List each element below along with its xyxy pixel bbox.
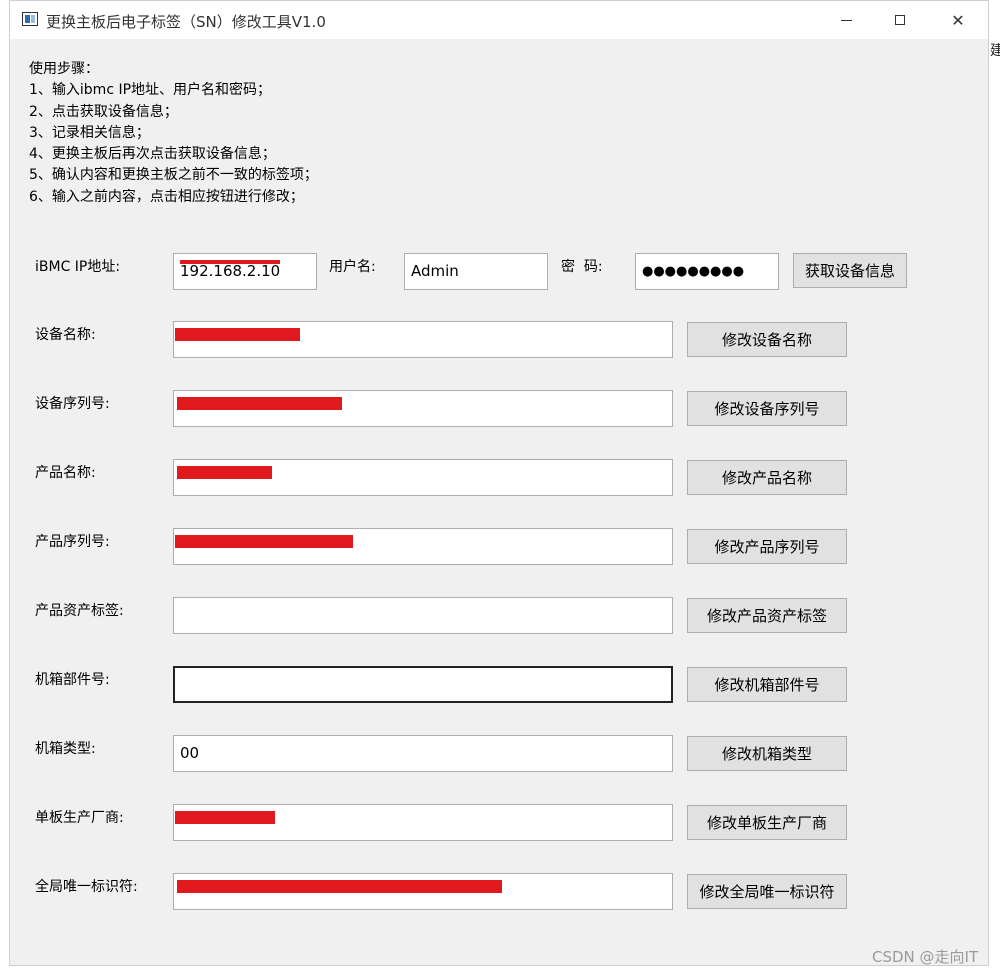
close-button[interactable]: ✕: [935, 1, 981, 39]
instruction-line: 3、记录相关信息；: [29, 124, 150, 141]
username-label: 用户名:: [329, 259, 376, 275]
redaction-mark: [177, 880, 502, 893]
chassis-type-input[interactable]: 00: [173, 735, 673, 772]
guid-label: 全局唯一标识符:: [35, 879, 138, 895]
modify-device-serial-button[interactable]: 修改设备序列号: [687, 391, 847, 426]
chassis-part-number-input[interactable]: [173, 666, 673, 703]
redaction-mark: [177, 466, 272, 479]
redaction-mark: [175, 535, 353, 548]
product-asset-tag-label: 产品资产标签:: [35, 603, 124, 619]
password-input[interactable]: ●●●●●●●●●: [635, 253, 779, 290]
fetch-device-info-button[interactable]: 获取设备信息: [793, 253, 907, 288]
modify-guid-button[interactable]: 修改全局唯一标识符: [687, 874, 847, 909]
instruction-line: 5、确认内容和更换主板之前不一致的标签项；: [29, 167, 318, 184]
ip-input[interactable]: 192.168.2.10: [173, 253, 317, 290]
username-input[interactable]: Admin: [404, 253, 548, 290]
watermark: CSDN @走向IT: [872, 948, 979, 966]
instruction-line: 2、点击获取设备信息；: [29, 103, 178, 120]
minimize-icon: [840, 19, 852, 21]
password-label: 密 码:: [561, 259, 603, 275]
minimize-button[interactable]: [823, 1, 869, 39]
product-name-label: 产品名称:: [35, 465, 96, 481]
modify-chassis-part-number-button[interactable]: 修改机箱部件号: [687, 667, 847, 702]
modify-product-name-button[interactable]: 修改产品名称: [687, 460, 847, 495]
modify-chassis-type-button[interactable]: 修改机箱类型: [687, 736, 847, 771]
device-name-label: 设备名称:: [35, 327, 96, 343]
redaction-mark: [177, 397, 342, 410]
instruction-line: 6、输入之前内容，点击相应按钮进行修改；: [29, 188, 304, 205]
app-window: 更换主板后电子标签（SN）修改工具V1.0 ✕ 使用步骤： 1、输入ibmc I…: [9, 0, 989, 966]
app-icon: [22, 12, 38, 26]
instruction-line: 4、更换主板后再次点击获取设备信息；: [29, 146, 276, 163]
chassis-type-label: 机箱类型:: [35, 741, 96, 757]
redaction-mark: [175, 328, 300, 341]
instruction-line: 1、输入ibmc IP地址、用户名和密码；: [29, 82, 272, 99]
instructions: 使用步骤： 1、输入ibmc IP地址、用户名和密码； 2、点击获取设备信息； …: [29, 59, 318, 208]
maximize-icon: [895, 15, 905, 25]
maximize-button[interactable]: [877, 1, 923, 39]
modify-device-name-button[interactable]: 修改设备名称: [687, 322, 847, 357]
redaction-mark: [180, 260, 280, 264]
instruction-line: 使用步骤：: [29, 61, 99, 77]
product-serial-label: 产品序列号:: [35, 534, 110, 550]
product-asset-tag-input[interactable]: [173, 597, 673, 634]
modify-product-serial-button[interactable]: 修改产品序列号: [687, 529, 847, 564]
board-manufacturer-label: 单板生产厂商:: [35, 810, 124, 826]
chassis-part-number-label: 机箱部件号:: [35, 672, 110, 688]
redaction-mark: [175, 811, 275, 824]
title-bar[interactable]: 更换主板后电子标签（SN）修改工具V1.0 ✕: [10, 1, 988, 39]
window-title: 更换主板后电子标签（SN）修改工具V1.0: [46, 13, 326, 31]
device-serial-label: 设备序列号:: [35, 396, 110, 412]
ip-label: iBMC IP地址:: [35, 259, 121, 275]
close-icon: ✕: [951, 10, 965, 30]
background-window-text: 建: [990, 43, 1000, 59]
modify-product-asset-tag-button[interactable]: 修改产品资产标签: [687, 598, 847, 633]
modify-board-manufacturer-button[interactable]: 修改单板生产厂商: [687, 805, 847, 840]
